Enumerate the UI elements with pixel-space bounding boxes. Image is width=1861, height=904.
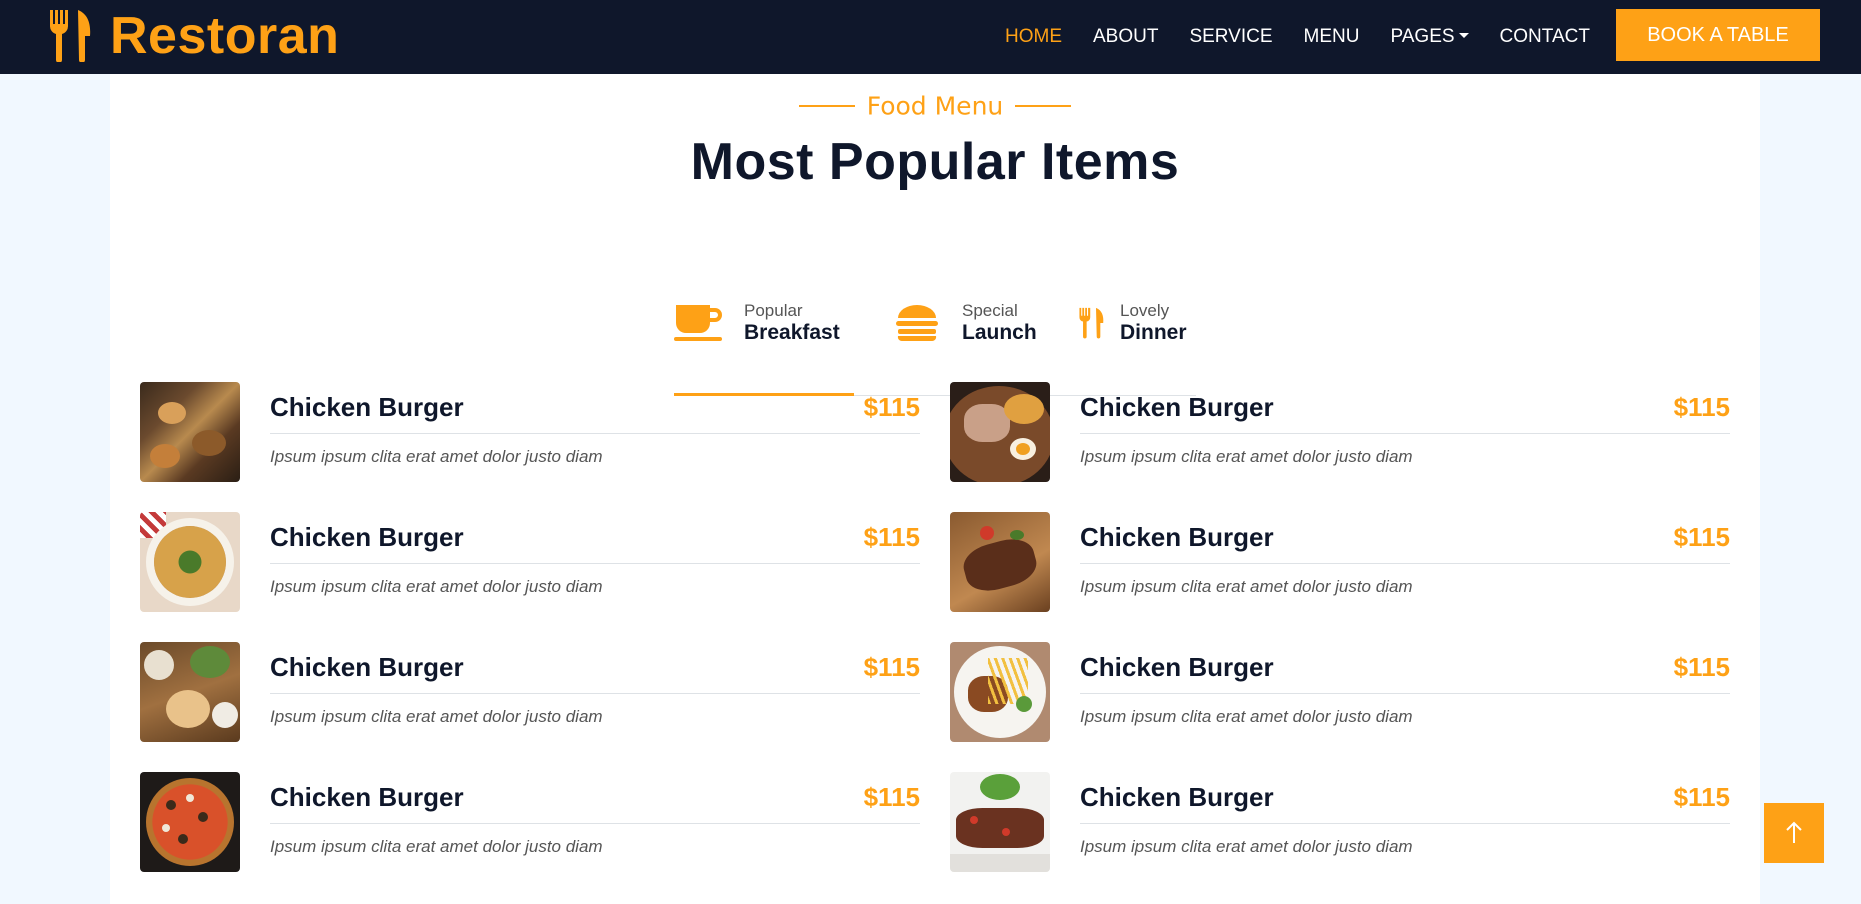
item-description: Ipsum ipsum clita erat amet dolor justo … [270,837,603,856]
item-name: Chicken Burger [270,652,464,682]
nav-home[interactable]: HOME [1005,26,1062,48]
item-price: $115 [863,782,920,812]
tab-launch-small: Special [962,301,1018,320]
item-description: Ipsum ipsum clita erat amet dolor justo … [270,577,603,596]
menu-item[interactable]: Chicken Burger $115 Ipsum ipsum clita er… [140,382,920,482]
tab-launch-big: Launch [962,321,1037,344]
item-divider [1080,433,1730,434]
food-image [950,382,1050,482]
section-subtitle: Food Menu [110,90,1760,121]
item-price: $115 [1673,392,1730,422]
item-description: Ipsum ipsum clita erat amet dolor justo … [1080,577,1413,596]
tab-dinner[interactable]: Lovely Dinner [1078,250,1196,396]
item-divider [1080,823,1730,824]
item-divider [1080,693,1730,694]
nav-service[interactable]: SERVICE [1189,26,1272,48]
section-title: Most Popular Items [690,133,1180,191]
item-price: $115 [1673,652,1730,682]
item-name: Chicken Burger [270,782,464,812]
item-price: $115 [1673,522,1730,552]
item-description: Ipsum ipsum clita erat amet dolor justo … [1080,707,1413,726]
menu-item[interactable]: Chicken Burger $115 Ipsum ipsum clita er… [140,772,920,872]
menu-item[interactable]: Chicken Burger $115 Ipsum ipsum clita er… [950,512,1730,612]
coffee-icon [674,305,722,341]
menu-section: Food Menu Most Popular Items Popular Bre… [110,74,1760,904]
nav-links: HOME ABOUT SERVICE MENU PAGES CONTACT [1005,0,1621,74]
item-description: Ipsum ipsum clita erat amet dolor justo … [1080,447,1413,466]
food-image [140,642,240,742]
menu-item[interactable]: Chicken Burger $115 Ipsum ipsum clita er… [950,382,1730,482]
menu-item[interactable]: Chicken Burger $115 Ipsum ipsum clita er… [950,772,1730,872]
item-name: Chicken Burger [1080,392,1274,422]
food-image [140,772,240,872]
item-divider [270,693,920,694]
item-divider [270,563,920,564]
tab-breakfast-big: Breakfast [744,321,840,344]
arrow-up-icon [1786,821,1802,843]
item-price: $115 [863,652,920,682]
item-divider [270,823,920,824]
item-price: $115 [863,392,920,422]
navbar: Restoran HOME ABOUT SERVICE MENU PAGES C… [0,0,1861,74]
item-name: Chicken Burger [1080,522,1274,552]
food-image [950,512,1050,612]
brand-logo[interactable]: Restoran [48,10,339,62]
item-price: $115 [1673,782,1730,812]
tab-breakfast-small: Popular [744,301,803,320]
food-image [950,642,1050,742]
hamburger-icon [896,305,938,342]
item-divider [270,433,920,434]
tab-breakfast[interactable]: Popular Breakfast [674,250,854,396]
item-name: Chicken Burger [270,392,464,422]
tab-launch[interactable]: Special Launch [892,250,1042,396]
tab-dinner-text: Lovely Dinner [1120,301,1187,345]
subtitle-line-right [1015,105,1072,107]
food-image [140,512,240,612]
back-to-top-button[interactable] [1764,803,1824,863]
menu-item[interactable]: Chicken Burger $115 Ipsum ipsum clita er… [140,512,920,612]
nav-menu[interactable]: MENU [1304,26,1360,48]
nav-about[interactable]: ABOUT [1093,26,1158,48]
tab-dinner-big: Dinner [1120,321,1187,344]
nav-contact[interactable]: CONTACT [1500,26,1590,48]
utensils-icon [1079,307,1104,339]
item-name: Chicken Burger [270,522,464,552]
nav-pages-label: PAGES [1390,26,1455,47]
nav-pages-dropdown[interactable]: PAGES [1390,26,1469,48]
item-description: Ipsum ipsum clita erat amet dolor justo … [270,447,603,466]
utensils-icon [49,10,91,62]
menu-item[interactable]: Chicken Burger $115 Ipsum ipsum clita er… [950,642,1730,742]
subtitle-line-left [798,105,855,107]
food-image [950,772,1050,872]
menu-item[interactable]: Chicken Burger $115 Ipsum ipsum clita er… [140,642,920,742]
menu-tabs: Popular Breakfast Special Launch Lovely … [674,250,1196,396]
item-name: Chicken Burger [1080,782,1274,812]
book-table-button[interactable]: BOOK A TABLE [1616,9,1820,61]
caret-down-icon [1458,32,1469,38]
tab-launch-text: Special Launch [962,301,1037,345]
item-divider [1080,563,1730,564]
item-description: Ipsum ipsum clita erat amet dolor justo … [1080,837,1413,856]
item-name: Chicken Burger [1080,652,1274,682]
item-price: $115 [863,522,920,552]
item-description: Ipsum ipsum clita erat amet dolor justo … [270,707,603,726]
food-image [140,382,240,482]
brand-name: Restoran [110,7,340,65]
tab-dinner-small: Lovely [1120,301,1170,320]
section-subtitle-text: Food Menu [866,91,1004,121]
tab-breakfast-text: Popular Breakfast [744,301,840,345]
